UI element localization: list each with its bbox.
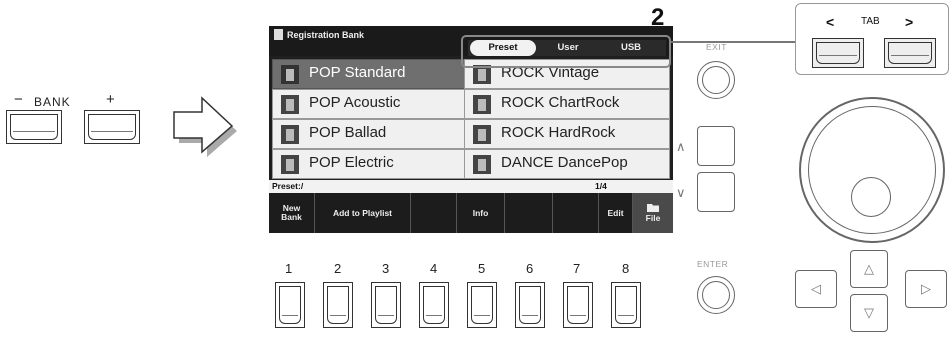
lcd-button-5[interactable] <box>467 282 497 328</box>
bank-item-dance-dancepop[interactable]: DANCE DancePop <box>464 149 670 179</box>
add-to-playlist-label: Add to Playlist <box>332 207 393 218</box>
triangle-up-icon: △ <box>864 261 874 276</box>
triangle-left-icon: ◁ <box>811 281 821 296</box>
lcd-button-7[interactable] <box>563 282 593 328</box>
function-key-empty-6[interactable] <box>553 193 599 233</box>
bank-file-icon <box>473 155 491 174</box>
button-number: 2 <box>334 261 342 276</box>
tab-prev-label: < <box>826 14 835 30</box>
callout-line <box>671 41 795 43</box>
bank-item-pop-electric[interactable]: POP Electric <box>272 149 465 179</box>
button-number: 8 <box>622 261 630 276</box>
enter-label: ENTER <box>697 259 729 269</box>
bank-item-pop-standard[interactable]: POP Standard <box>272 59 465 89</box>
bank-item-pop-acoustic[interactable]: POP Acoustic <box>272 89 465 119</box>
info-button[interactable]: Info <box>457 193 505 233</box>
status-bar: Preset:/ 1/4 <box>269 180 673 193</box>
function-key-empty-5[interactable] <box>505 193 553 233</box>
bank-item-label: ROCK ChartRock <box>501 94 620 111</box>
bank-label: BANK <box>34 95 71 109</box>
lcd-button-2[interactable] <box>323 282 353 328</box>
callout-number: 2 <box>651 4 665 31</box>
screen-title: Registration Bank <box>287 30 365 40</box>
up-button[interactable] <box>697 126 735 166</box>
bank-file-icon <box>281 65 299 84</box>
button-number: 1 <box>285 261 293 276</box>
bank-item-label: POP Standard <box>309 64 406 81</box>
file-label: File <box>645 213 661 223</box>
file-button[interactable]: File <box>633 193 673 233</box>
bank-item-pop-ballad[interactable]: POP Ballad <box>272 119 465 149</box>
exit-label: EXIT <box>706 42 727 52</box>
new-bank-label: New Bank <box>281 203 302 222</box>
button-number: 5 <box>478 261 486 276</box>
enter-button[interactable] <box>697 276 735 314</box>
bank-item-label: DANCE DancePop <box>501 154 628 171</box>
triangle-right-icon: ▷ <box>921 281 931 296</box>
bank-file-icon <box>281 155 299 174</box>
exit-button[interactable] <box>697 61 735 99</box>
current-path: Preset:/ <box>272 181 304 191</box>
lcd-button-1[interactable] <box>275 282 305 328</box>
bank-item-rock-hardrock[interactable]: ROCK HardRock <box>464 119 670 149</box>
bank-item-label: POP Electric <box>309 154 394 171</box>
triangle-down-icon: ▽ <box>864 305 874 320</box>
bank-file-icon <box>281 95 299 114</box>
bank-file-icon <box>473 95 491 114</box>
bank-item-label: POP Ballad <box>309 124 387 141</box>
right-arrow-icon <box>173 96 237 157</box>
bank-item-rock-chartrock[interactable]: ROCK ChartRock <box>464 89 670 119</box>
bank-file-icon <box>281 125 299 144</box>
info-label: Info <box>472 207 489 218</box>
tab-next-label: > <box>905 14 914 30</box>
function-key-bar: New Bank Add to Playlist Info Edit File <box>269 193 673 233</box>
cursor-up-button[interactable]: △ <box>850 250 888 288</box>
new-bank-button[interactable]: New Bank <box>269 193 315 233</box>
lcd-button-6[interactable] <box>515 282 545 328</box>
tab-highlight-callout <box>461 35 671 68</box>
up-chevron-icon: ∧ <box>676 139 686 154</box>
data-dial[interactable] <box>799 97 945 243</box>
function-key-empty-3[interactable] <box>411 193 457 233</box>
edit-label: Edit <box>607 207 624 218</box>
bank-item-label: ROCK HardRock <box>501 124 616 141</box>
data-dial-grip <box>851 177 891 217</box>
bank-minus-button[interactable] <box>6 110 62 144</box>
folder-icon <box>647 204 659 212</box>
edit-button[interactable]: Edit <box>599 193 633 233</box>
bank-item-label: POP Acoustic <box>309 94 401 111</box>
bank-minus-label: − <box>14 91 23 108</box>
down-button[interactable] <box>697 172 735 212</box>
button-number: 7 <box>573 261 581 276</box>
bank-plus-button[interactable] <box>84 110 140 144</box>
button-number: 3 <box>382 261 390 276</box>
add-to-playlist-button[interactable]: Add to Playlist <box>315 193 411 233</box>
tab-prev-button[interactable] <box>812 38 864 68</box>
tab-label: TAB <box>861 16 880 27</box>
button-number: 6 <box>526 261 534 276</box>
down-chevron-icon: ∨ <box>676 185 686 200</box>
page-indicator: 1/4 <box>595 181 607 191</box>
bank-file-icon <box>473 125 491 144</box>
button-number: 4 <box>430 261 438 276</box>
cursor-left-button[interactable]: ◁ <box>795 270 837 308</box>
lcd-button-8[interactable] <box>611 282 641 328</box>
tab-next-button[interactable] <box>884 38 936 68</box>
registration-bank-icon <box>274 29 283 40</box>
bank-plus-label: + <box>106 91 115 108</box>
lcd-button-4[interactable] <box>419 282 449 328</box>
cursor-down-button[interactable]: ▽ <box>850 294 888 332</box>
lcd-button-3[interactable] <box>371 282 401 328</box>
cursor-right-button[interactable]: ▷ <box>905 270 947 308</box>
